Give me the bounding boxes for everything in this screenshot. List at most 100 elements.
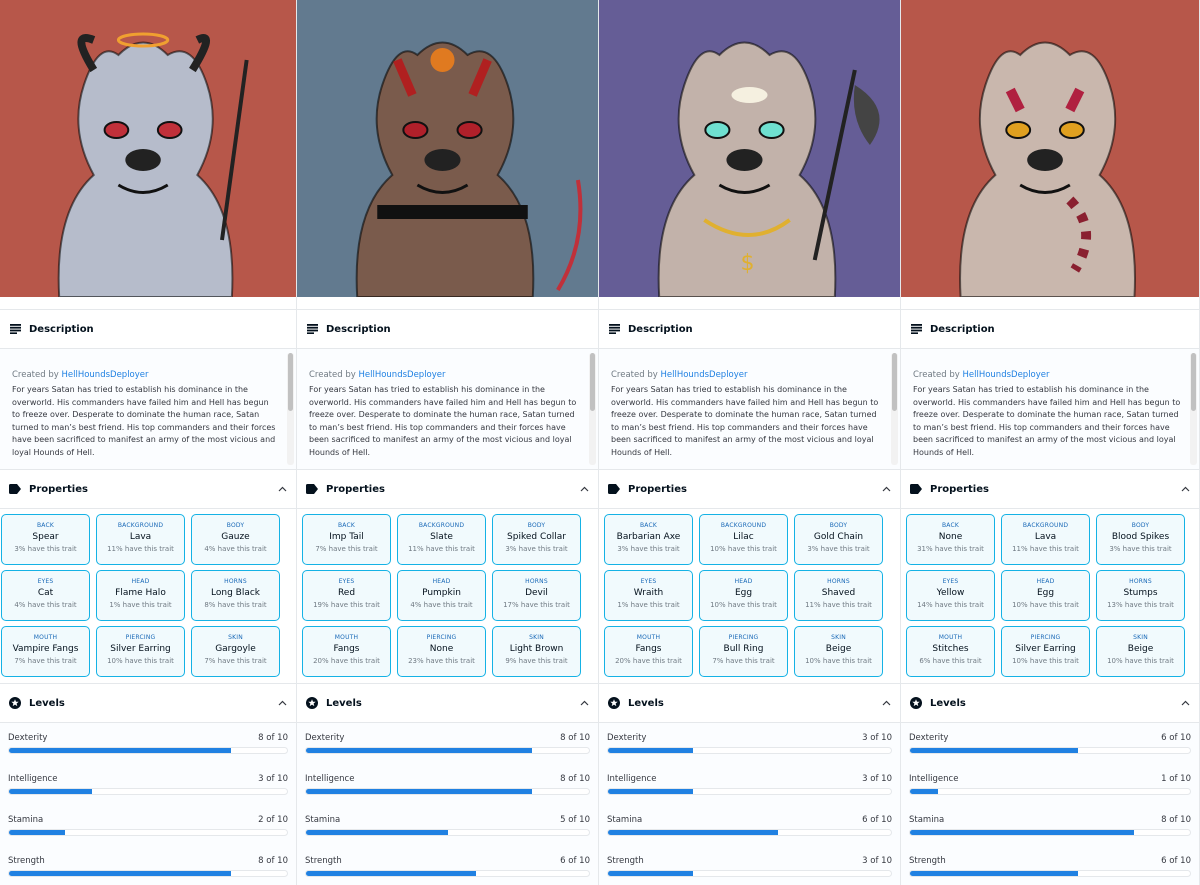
description-header[interactable]: Description [901,310,1199,349]
creator-link[interactable]: HellHoundsDeployer [358,370,445,380]
property-card[interactable]: BACKGROUND Lava 11% have this trait [96,514,185,565]
property-card[interactable]: BACKGROUND Lilac 10% have this trait [699,514,788,565]
description-header[interactable]: Description [297,310,598,349]
property-card[interactable]: PIERCING Silver Earring 10% have this trai… [1001,626,1090,677]
property-card[interactable]: HEAD Egg 10% have this trait [1001,570,1090,621]
hound-image[interactable] [297,0,598,297]
chevron-up-icon[interactable] [276,483,288,495]
property-value: Long Black [211,588,260,598]
property-card[interactable]: MOUTH Vampire Fangs 7% have this trait [1,626,90,677]
property-card[interactable]: BACKGROUND Lava 11% have this trait [1001,514,1090,565]
property-card[interactable]: SKIN Beige 10% have this trait [1096,626,1185,677]
level-name: Intelligence [909,774,959,784]
property-card[interactable]: HEAD Flame Halo 1% have this trait [96,570,185,621]
description-header[interactable]: Description [0,310,296,349]
level-progress-fill [9,830,65,835]
properties-header[interactable]: Properties [297,470,598,509]
scrollbar-thumb[interactable] [892,353,897,411]
property-card[interactable]: EYES Yellow 14% have this trait [906,570,995,621]
chevron-up-icon[interactable] [276,697,288,709]
property-card[interactable]: BACKGROUND Slate 11% have this trait [397,514,486,565]
property-card[interactable]: BACK Spear 3% have this trait [1,514,90,565]
property-card[interactable]: HEAD Pumpkin 4% have this trait [397,570,486,621]
property-card[interactable]: MOUTH Stitches 6% have this trait [906,626,995,677]
property-card[interactable]: BACK None 31% have this trait [906,514,995,565]
property-type: MOUTH [33,634,58,641]
scrollbar-thumb[interactable] [1191,353,1196,411]
property-card[interactable]: HEAD Egg 10% have this trait [699,570,788,621]
property-card[interactable]: HORNS Shaved 11% have this trait [794,570,883,621]
description-scrollbar[interactable] [1190,353,1197,465]
property-rarity: 23% have this trait [408,657,475,665]
levels-list: Dexterity 8 of 10 Intelligence 8 of 10 Stami… [297,723,598,885]
property-card[interactable]: HORNS Devil 17% have this trait [492,570,581,621]
property-card[interactable]: HORNS Long Black 8% have this trait [191,570,280,621]
level-name: Dexterity [909,733,949,743]
levels-header[interactable]: Levels [901,684,1199,723]
properties-title: Properties [930,483,989,495]
property-value: Silver Earring [1015,644,1076,654]
property-card[interactable]: BODY Blood Spikes 3% have this trait [1096,514,1185,565]
property-card[interactable]: EYES Wraith 1% have this trait [604,570,693,621]
property-card[interactable]: EYES Cat 4% have this trait [1,570,90,621]
property-card[interactable]: PIERCING Silver Earring 10% have this trai… [96,626,185,677]
property-card[interactable]: BODY Gauze 4% have this trait [191,514,280,565]
property-card[interactable]: EYES Red 19% have this trait [302,570,391,621]
description-header[interactable]: Description [599,310,900,349]
property-type: BACK [36,522,55,529]
scrollbar-thumb[interactable] [590,353,595,411]
level-progress-bar [8,829,288,836]
property-card[interactable]: HORNS Stumps 13% have this trait [1096,570,1185,621]
chevron-up-icon[interactable] [578,483,590,495]
property-card[interactable]: BACK Imp Tail 7% have this trait [302,514,391,565]
chevron-up-icon[interactable] [578,697,590,709]
level-progress-fill [910,871,1078,876]
chevron-up-icon[interactable] [1179,697,1191,709]
chevron-up-icon[interactable] [1179,483,1191,495]
property-card[interactable]: MOUTH Fangs 20% have this trait [604,626,693,677]
properties-header[interactable]: Properties [599,470,900,509]
properties-header[interactable]: Properties [0,470,296,509]
property-type: SKIN [1133,634,1148,641]
created-by-line: Created by HellHoundsDeployer [309,370,580,380]
properties-header[interactable]: Properties [901,470,1199,509]
property-type: MOUTH [938,634,963,641]
star-circle-icon [607,696,621,710]
creator-link[interactable]: HellHoundsDeployer [61,370,148,380]
image-frame-bottom [901,297,1199,310]
property-type: BODY [226,522,245,529]
scrollbar-thumb[interactable] [288,353,293,411]
property-card[interactable]: PIERCING Bull Ring 7% have this trait [699,626,788,677]
star-circle-icon [909,696,923,710]
level-row: Intelligence 3 of 10 [607,774,892,784]
hound-artwork [901,0,1199,297]
levels-header[interactable]: Levels [0,684,296,723]
property-card[interactable]: BODY Gold Chain 3% have this trait [794,514,883,565]
level-progress-fill [306,830,448,835]
property-card[interactable]: BACK Barbarian Axe 3% have this trait [604,514,693,565]
level-progress-bar [8,870,288,877]
property-value: Beige [1127,644,1154,654]
creator-link[interactable]: HellHoundsDeployer [962,370,1049,380]
description-scrollbar[interactable] [891,353,898,465]
property-value: Spear [32,532,59,542]
hound-image[interactable]: $ [599,0,900,297]
property-card[interactable]: SKIN Gargoyle 7% have this trait [191,626,280,677]
description-scrollbar[interactable] [287,353,294,465]
property-card[interactable]: PIERCING None 23% have this trait [397,626,486,677]
hound-image[interactable] [0,0,296,297]
property-card[interactable]: SKIN Beige 10% have this trait [794,626,883,677]
levels-header[interactable]: Levels [297,684,598,723]
description-scrollbar[interactable] [589,353,596,465]
property-type: HEAD [1036,578,1055,585]
chevron-up-icon[interactable] [880,483,892,495]
chevron-up-icon[interactable] [880,697,892,709]
hound-image[interactable] [901,0,1199,297]
property-card[interactable]: MOUTH Fangs 20% have this trait [302,626,391,677]
property-type: BACKGROUND [418,522,465,529]
levels-header[interactable]: Levels [599,684,900,723]
property-card[interactable]: BODY Spiked Collar 3% have this trait [492,514,581,565]
property-card[interactable]: SKIN Light Brown 9% have this trait [492,626,581,677]
level-name: Strength [8,856,45,866]
creator-link[interactable]: HellHoundsDeployer [660,370,747,380]
